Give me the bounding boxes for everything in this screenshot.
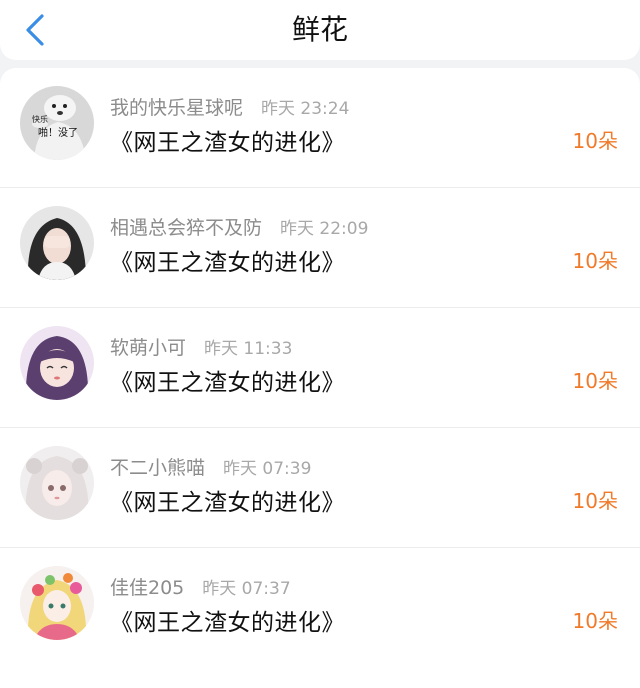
list-item[interactable]: 快乐 啪！没了 我的快乐星球呢 昨天 23:24 《网王之渣女的进化》 10朵 [0, 68, 640, 188]
svg-text:啪！没了: 啪！没了 [38, 126, 78, 139]
user-name: 相遇总会猝不及防 [110, 216, 263, 239]
top-bar: 鲜花 [0, 0, 640, 60]
timestamp: 昨天 11:33 [204, 338, 293, 359]
list-item[interactable]: 不二小熊喵 昨天 07:39 《网王之渣女的进化》 10朵 [0, 428, 640, 548]
user-name: 软萌小可 [110, 336, 187, 359]
user-name: 佳佳205 [110, 576, 185, 599]
name-line: 我的快乐星球呢 昨天 23:24 [110, 92, 349, 120]
list-item[interactable]: 相遇总会猝不及防 昨天 22:09 《网王之渣女的进化》 10朵 [0, 188, 640, 308]
avatar[interactable] [20, 326, 94, 400]
page-title: 鲜花 [291, 13, 348, 46]
anime-girl-avatar-icon [20, 326, 94, 400]
name-line: 相遇总会猝不及防 昨天 22:09 [110, 212, 368, 240]
timestamp: 昨天 07:39 [223, 458, 312, 479]
book-title[interactable]: 《网王之渣女的进化》 [110, 483, 345, 517]
user-name: 我的快乐星球呢 [110, 96, 244, 119]
avatar[interactable] [20, 206, 94, 280]
name-line: 不二小熊喵 昨天 07:39 [110, 452, 311, 480]
book-title[interactable]: 《网王之渣女的进化》 [110, 363, 345, 397]
book-title[interactable]: 《网王之渣女的进化》 [110, 603, 345, 637]
list-item[interactable]: 软萌小可 昨天 11:33 《网王之渣女的进化》 10朵 [0, 308, 640, 428]
girl-covering-face-avatar-icon [20, 206, 94, 280]
name-line: 佳佳205 昨天 07:37 [110, 572, 291, 600]
flower-record-list: 快乐 啪！没了 我的快乐星球呢 昨天 23:24 《网王之渣女的进化》 10朵 … [0, 68, 640, 688]
flower-fairy-avatar-icon [20, 566, 94, 640]
book-title[interactable]: 《网王之渣女的进化》 [110, 123, 345, 157]
list-item[interactable]: 佳佳205 昨天 07:37 《网王之渣女的进化》 10朵 [0, 548, 640, 667]
flower-count: 10朵 [572, 489, 618, 513]
avatar[interactable]: 快乐 啪！没了 [20, 86, 94, 160]
flower-count: 10朵 [572, 609, 618, 633]
timestamp: 昨天 07:37 [202, 578, 291, 599]
avatar[interactable] [20, 446, 94, 520]
book-title[interactable]: 《网王之渣女的进化》 [110, 243, 345, 277]
white-hair-girl-avatar-icon [20, 446, 94, 520]
name-line: 软萌小可 昨天 11:33 [110, 332, 292, 360]
avatar[interactable] [20, 566, 94, 640]
flower-count: 10朵 [572, 369, 618, 393]
timestamp: 昨天 22:09 [280, 218, 369, 239]
svg-text:快乐: 快乐 [32, 114, 48, 124]
flower-count: 10朵 [572, 129, 618, 153]
user-name: 不二小熊喵 [110, 456, 206, 479]
timestamp: 昨天 23:24 [261, 98, 350, 119]
flower-count: 10朵 [572, 249, 618, 273]
